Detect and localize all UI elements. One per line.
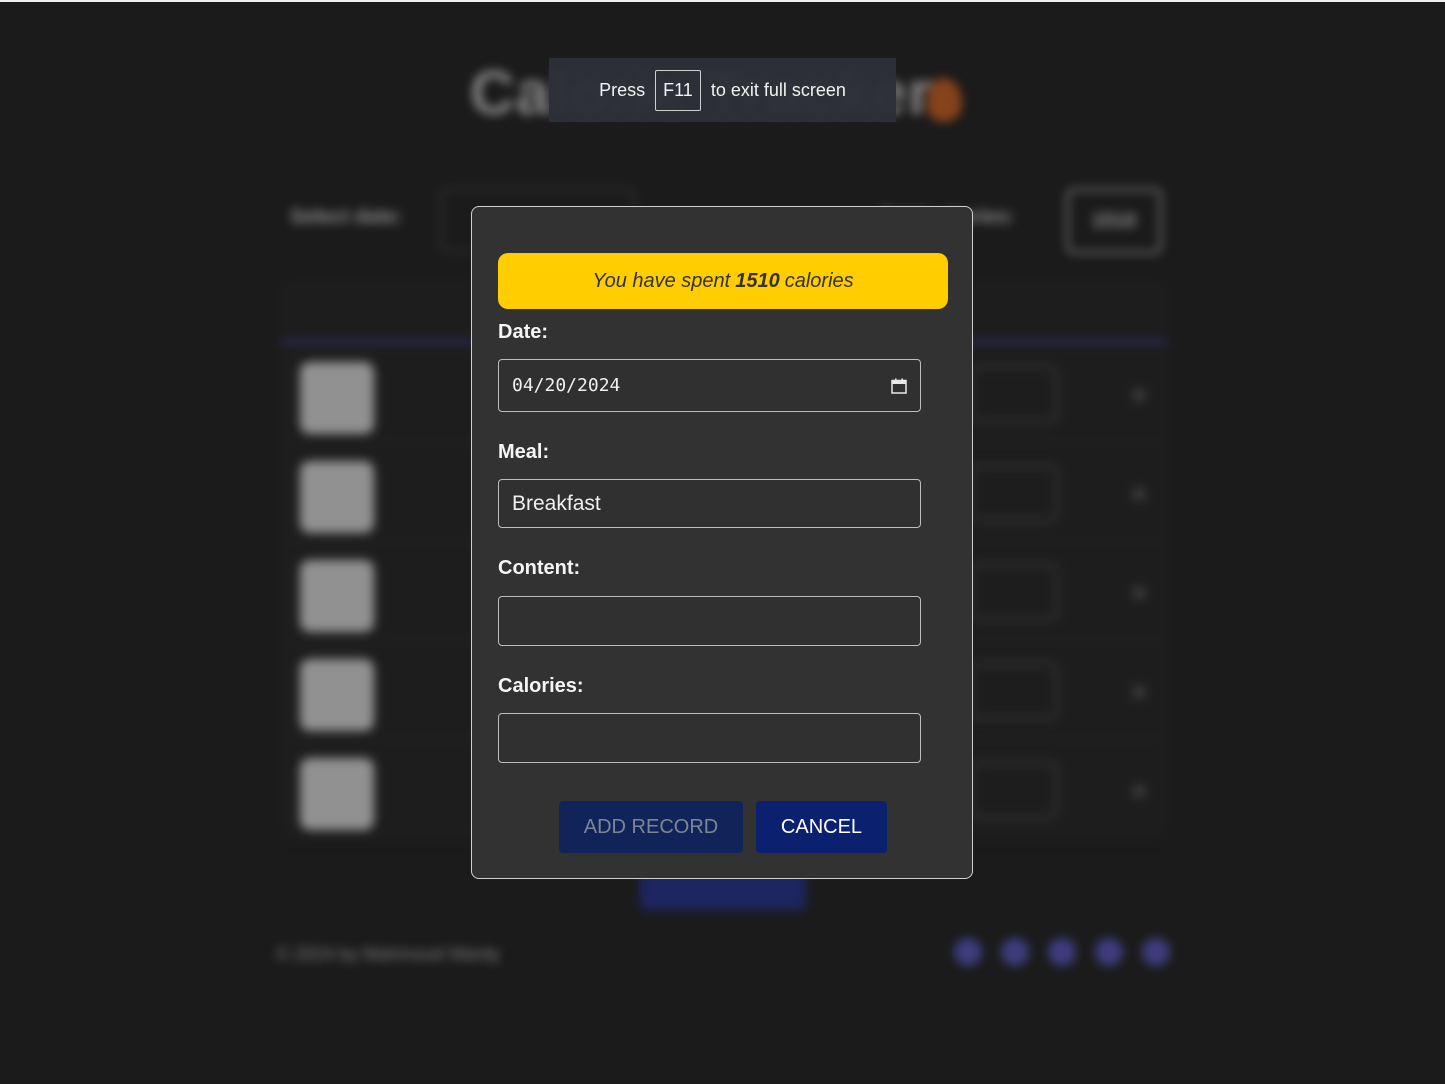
fullscreen-hint-before: Press <box>599 79 646 100</box>
fullscreen-hint-key: F11 <box>655 69 701 111</box>
calendar-tile-icon <box>300 560 374 632</box>
calories-cell[interactable] <box>970 564 1058 620</box>
social-icon[interactable] <box>1095 938 1123 966</box>
banner-suffix: calories <box>784 269 854 292</box>
page: Calorie Tracker Select date: Total calor… <box>0 0 1445 1084</box>
calories-cell[interactable] <box>970 663 1058 719</box>
delete-icon[interactable] <box>1132 685 1146 699</box>
calories-cell[interactable] <box>970 762 1058 818</box>
flame-icon <box>926 78 962 122</box>
calendar-tile-icon <box>300 461 374 533</box>
delete-icon[interactable] <box>1132 784 1146 798</box>
social-icon[interactable] <box>1001 938 1029 966</box>
calories-label: Calories: <box>498 675 584 697</box>
calories-cell[interactable] <box>970 366 1058 422</box>
content-input[interactable] <box>498 596 921 646</box>
social-icon[interactable] <box>954 938 982 966</box>
calories-spent-banner: You have spent 1510 calories <box>498 253 948 309</box>
banner-calories-value: 1510 <box>735 269 780 292</box>
calendar-tile-icon <box>300 758 374 830</box>
fullscreen-hint-after: to exit full screen <box>710 79 846 100</box>
calendar-icon[interactable] <box>891 378 907 394</box>
meal-label: Meal: <box>498 441 550 463</box>
add-record-button[interactable]: ADD RECORD <box>559 801 743 853</box>
calories-cell[interactable] <box>970 465 1058 521</box>
add-record-modal: You have spent 1510 calories Date: 04/20… <box>471 206 973 879</box>
social-icon[interactable] <box>1048 938 1076 966</box>
date-input[interactable]: 04/20/2024 <box>498 359 921 412</box>
delete-icon[interactable] <box>1132 388 1146 402</box>
cancel-button[interactable]: CANCEL <box>756 801 887 853</box>
fullscreen-hint: Press F11 to exit full screen <box>549 58 896 122</box>
date-input-value: 04/20/2024 <box>512 375 621 396</box>
calendar-tile-icon <box>300 362 374 434</box>
calories-input[interactable] <box>498 713 921 763</box>
content-label: Content: <box>498 557 581 579</box>
meal-input[interactable]: Breakfast <box>498 479 921 528</box>
delete-icon[interactable] <box>1132 586 1146 600</box>
delete-icon[interactable] <box>1132 487 1146 501</box>
meal-input-value: Breakfast <box>512 491 601 515</box>
calendar-tile-icon <box>300 659 374 731</box>
total-calories-value: 1510 <box>1066 188 1162 254</box>
social-icon[interactable] <box>1142 938 1170 966</box>
footer-credit: © 2024 by Mahmoud Wardy <box>276 944 500 964</box>
banner-prefix: You have spent <box>592 269 731 292</box>
select-date-label: Select date: <box>290 206 403 228</box>
date-label: Date: <box>498 321 549 343</box>
